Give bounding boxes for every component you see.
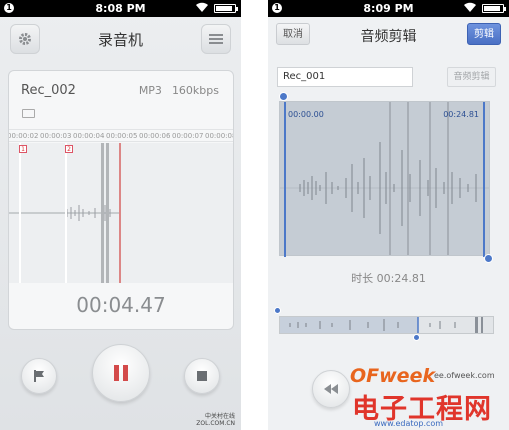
clip-name-input[interactable]: Rec_001 <box>277 67 413 87</box>
format-label: MP3 <box>138 84 162 97</box>
wifi-icon <box>195 2 209 16</box>
timeline-tick: 00:00:03 <box>40 132 72 140</box>
title-bar: 取消 音频剪辑 剪辑 <box>268 17 509 53</box>
rewind-icon <box>324 384 338 394</box>
stop-button[interactable] <box>184 358 220 394</box>
end-handle[interactable] <box>484 254 493 263</box>
timeline-tick: 00:00:06 <box>139 132 171 140</box>
watermark-site: ee.ofweek.com <box>434 371 495 380</box>
start-handle[interactable] <box>279 92 288 101</box>
storage-icon <box>22 109 35 118</box>
selection-start-time: 00:00.00 <box>288 110 324 119</box>
selection-end-time: 00:24.81 <box>443 110 479 119</box>
recorder-screen: 1 8:08 PM 录音机 Rec_002 MP3 160kbps 00:00:0… <box>0 0 241 430</box>
watermark-line: 中关村在线 <box>204 413 235 420</box>
marker-flag[interactable]: 1 <box>19 145 27 153</box>
title-bar: 录音机 <box>0 17 241 61</box>
audio-edit-screen: 1 8:09 PM 取消 音频剪辑 剪辑 Rec_001 音频剪辑 00:00.… <box>268 0 509 430</box>
recording-format: MP3 160kbps <box>139 84 219 97</box>
selection-end-line <box>483 102 485 257</box>
overview-start-handle[interactable] <box>274 307 281 314</box>
watermark-brand: OFweek <box>350 365 436 387</box>
timeline-tick: 00:00:08 <box>205 132 234 140</box>
duration-label: 时长 00:24.81 <box>351 272 426 285</box>
recording-card: Rec_002 MP3 160kbps 00:00:02 00:00:03 00:… <box>8 70 234 330</box>
timeline-tick: 00:00:05 <box>106 132 138 140</box>
audio-edit-button[interactable]: 音频剪辑 <box>447 67 496 87</box>
overview-waveform[interactable] <box>279 316 494 334</box>
timeline-tick: 00:00:02 <box>8 132 39 140</box>
pause-icon <box>114 365 128 381</box>
recording-name: Rec_002 <box>21 83 76 98</box>
flag-icon <box>34 370 44 382</box>
bitrate-label: 160kbps <box>171 84 219 97</box>
status-bar: 1 8:08 PM <box>0 0 241 17</box>
status-bar: 1 8:09 PM <box>268 0 509 17</box>
battery-icon <box>482 4 506 13</box>
pause-button[interactable] <box>92 344 150 402</box>
timeline-ruler: 00:00:02 00:00:03 00:00:04 00:00:05 00:0… <box>8 129 234 142</box>
timeline-tick: 00:00:07 <box>172 132 204 140</box>
elapsed-time: 00:04.47 <box>76 293 166 317</box>
timeline-tick: 00:00:04 <box>73 132 105 140</box>
ofweek-watermark: OFweek ee.ofweek.com 电子工程网 www.edatop.co… <box>350 365 509 430</box>
battery-icon <box>214 4 238 13</box>
live-waveform: 1 2 <box>9 143 233 283</box>
cut-button[interactable]: 剪辑 <box>467 23 501 45</box>
flag-button[interactable] <box>21 358 57 394</box>
wifi-icon <box>463 2 477 16</box>
edit-waveform[interactable]: 00:00.00 00:24.81 <box>279 101 490 257</box>
menu-icon[interactable] <box>201 24 231 54</box>
watermark-url: www.edatop.com <box>374 419 444 428</box>
rewind-button[interactable] <box>312 370 350 408</box>
watermark-line: ZOL.COM.CN <box>196 420 235 427</box>
marker-flag[interactable]: 2 <box>65 145 73 153</box>
selection-start-line <box>284 102 286 257</box>
overview-end-handle[interactable] <box>413 334 420 341</box>
marker-line <box>65 143 67 283</box>
stop-icon <box>197 371 207 381</box>
zol-watermark: 中关村在线 ZOL.COM.CN <box>196 413 235 427</box>
marker-line <box>19 143 21 283</box>
